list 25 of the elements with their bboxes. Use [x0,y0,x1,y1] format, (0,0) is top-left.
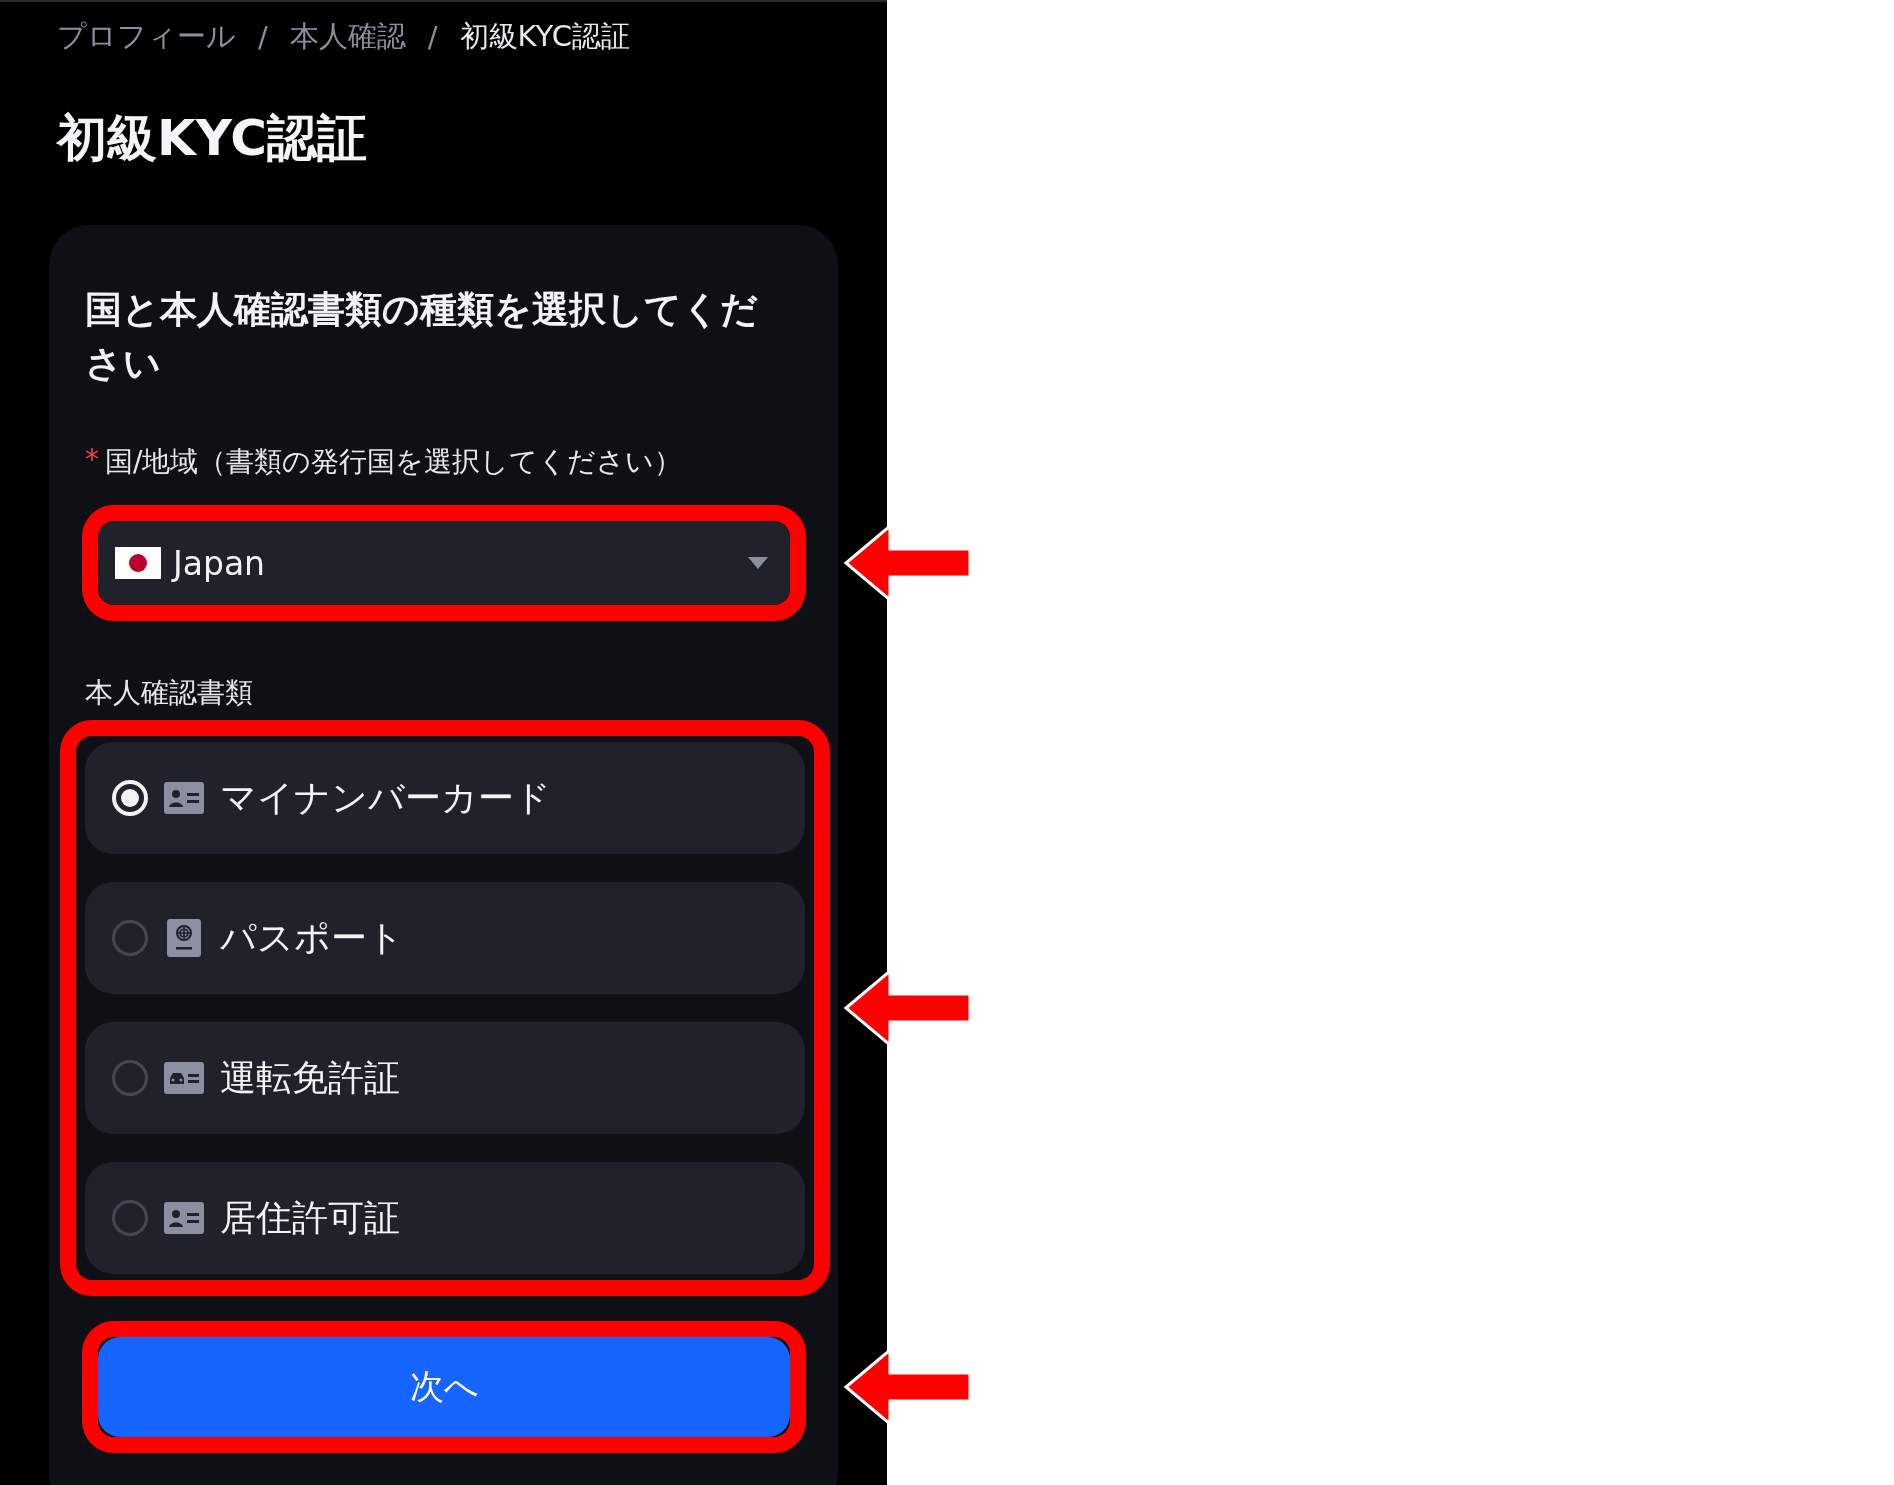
card-heading: 国と本人確認書類の種類を選択してください [85,287,759,387]
document-option[interactable]: パスポート [85,882,805,994]
page-title: 初級KYC認証 [57,108,368,169]
breadcrumb-separator: / [427,20,438,54]
id-card-icon [164,782,204,814]
breadcrumb-link[interactable]: プロフィール [57,17,236,57]
radio-button[interactable] [112,920,148,956]
id-card-icon [164,1202,204,1234]
country-select[interactable]: Japan [98,521,790,605]
required-mark: * [85,443,99,478]
breadcrumb-separator: / [258,20,268,54]
passport-icon [167,919,201,957]
car-card-icon [164,1062,204,1094]
caret-icon [748,557,768,569]
document-option[interactable]: 運転免許証 [85,1022,805,1134]
next-button[interactable]: 次へ [98,1337,790,1437]
breadcrumb-link[interactable]: 本人確認 [289,17,406,57]
document-option[interactable]: 居住許可証 [85,1162,805,1274]
flag-icon [115,547,161,579]
breadcrumb-link[interactable]: 初級KYC認証 [459,17,630,57]
radio-button[interactable] [112,1060,148,1096]
field-label: 本人確認書類 [85,675,253,711]
field-label: 国/地域（書類の発行国を選択してください） [105,444,683,480]
document-option[interactable]: マイナンバーカード [85,742,805,854]
radio-button[interactable] [112,1200,148,1236]
